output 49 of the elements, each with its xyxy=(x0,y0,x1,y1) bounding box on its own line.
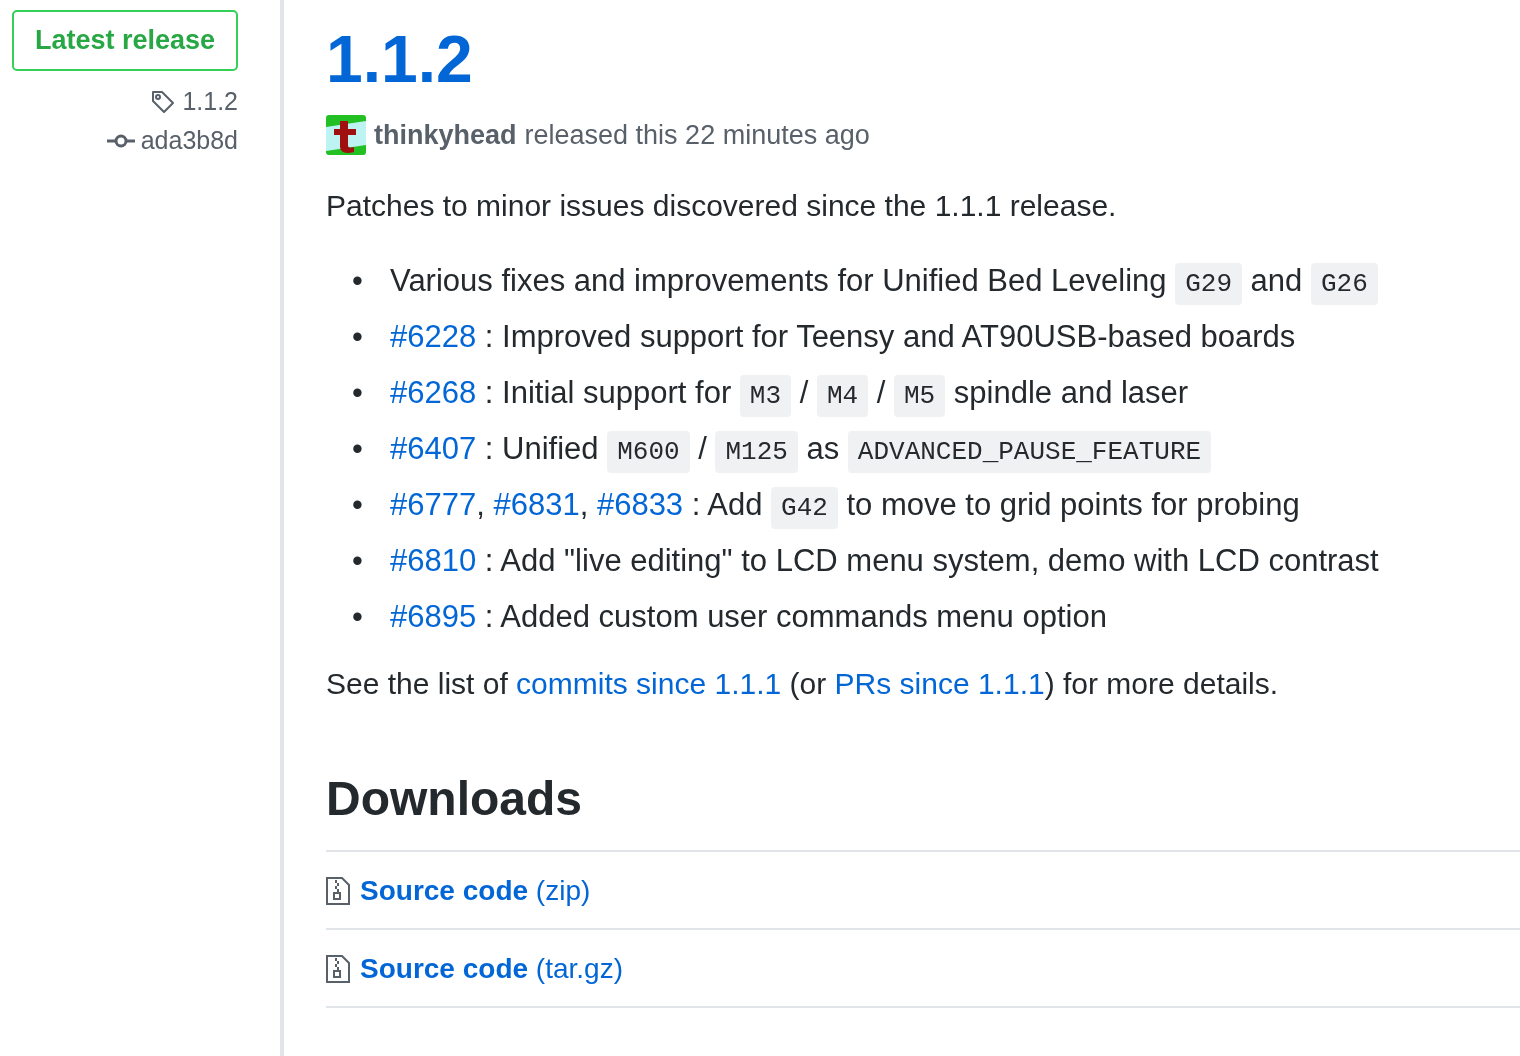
issue-link[interactable]: #6228 xyxy=(390,319,477,355)
inline-code: ADVANCED_PAUSE_FEATURE xyxy=(847,430,1212,473)
bullet: • xyxy=(352,543,364,580)
release-description: Patches to minor issues discovered since the 1.1.1 release. xyxy=(326,189,1118,224)
zip-file-icon xyxy=(326,955,350,984)
list-item: Various fixes and improvements for Unified Bed Leveling G29 and G26 xyxy=(390,257,1378,305)
issue-link[interactable]: #6895 xyxy=(390,599,477,635)
bullet: • xyxy=(352,487,364,524)
release-title[interactable]: 1.1.2 xyxy=(326,20,1520,100)
tag-icon xyxy=(150,88,177,115)
list-item: #6407 : Unified M600 / M125 as ADVANCED_PAUSE_FEATURE xyxy=(390,425,1212,473)
bullet: • xyxy=(352,431,364,468)
zip-file-icon xyxy=(326,877,350,906)
issue-link[interactable]: #6268 xyxy=(390,374,477,410)
bullet: • xyxy=(352,375,364,412)
commit-icon xyxy=(106,132,135,149)
inline-code: G29 xyxy=(1175,262,1242,305)
release-meta: released this 22 minutes ago xyxy=(524,119,870,151)
latest-release-badge: Latest release xyxy=(12,10,238,71)
commit-link[interactable]: ada3b8d xyxy=(140,126,238,155)
tag-link[interactable]: 1.1.2 xyxy=(182,87,238,116)
inline-code: M5 xyxy=(893,374,946,417)
inline-code: M3 xyxy=(739,374,792,417)
inline-link[interactable]: PRs since 1.1.1 xyxy=(834,667,1045,701)
list-item: #6228 : Improved support for Teensy and AT90USB-based boards xyxy=(390,318,1296,357)
list-item: #6268 : Initial support for M3 / M4 / M5 spindle and laser xyxy=(390,369,1189,417)
issue-link[interactable]: #6833 xyxy=(596,486,684,522)
issue-link[interactable]: #6407 xyxy=(390,430,477,466)
author-link[interactable]: thinkyhead xyxy=(374,119,517,151)
inline-code: M4 xyxy=(816,374,869,417)
inline-code: M125 xyxy=(715,430,798,473)
list-item: #6777, #6831, #6833 : Add G42 to move to grid points for probing xyxy=(390,481,1300,529)
download-link[interactable]: Source code (tar.gz) xyxy=(360,953,623,986)
avatar xyxy=(326,115,366,156)
bullet: • xyxy=(352,263,364,300)
issue-link[interactable]: #6777 xyxy=(390,486,477,522)
list-item: #6895 : Added custom user commands menu option xyxy=(390,598,1107,637)
issue-link[interactable]: #6831 xyxy=(493,486,580,522)
bullet: • xyxy=(352,319,364,356)
inline-code: G26 xyxy=(1310,262,1378,305)
list-item: #6810 : Add "live editing" to LCD menu system, demo with LCD contrast xyxy=(390,542,1379,581)
bullet: • xyxy=(352,599,364,636)
inline-code: G42 xyxy=(771,486,838,529)
inline-link[interactable]: commits since 1.1.1 xyxy=(516,667,782,701)
issue-link[interactable]: #6810 xyxy=(390,543,477,579)
downloads-heading: Downloads xyxy=(326,771,583,827)
footer-sentence: See the list of commits since 1.1.1 (or PRs since 1.1.1) for more details. xyxy=(326,667,1280,702)
download-link[interactable]: Source code (zip) xyxy=(360,875,591,908)
inline-code: M600 xyxy=(607,430,690,473)
